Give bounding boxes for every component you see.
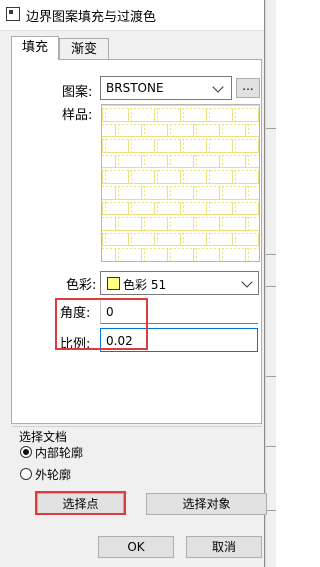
color-swatch: [107, 277, 120, 290]
cancel-button[interactable]: 取消: [186, 536, 262, 558]
sample-label: 样品:: [62, 108, 93, 123]
color-select-value: 色彩 51: [123, 278, 167, 292]
brick-pattern-image: [102, 105, 262, 265]
inner-contour-label[interactable]: 内部轮廓: [35, 444, 83, 461]
angle-scale-highlight-box: [55, 298, 148, 350]
chevron-down-icon: [241, 276, 253, 288]
pick-points-highlight-box: [35, 491, 126, 515]
select-doc-group-label: 选择文档: [19, 430, 68, 444]
pattern-preview: [101, 104, 262, 265]
pattern-label: 图案:: [62, 85, 93, 100]
ok-button[interactable]: OK: [98, 536, 174, 558]
window-title: 边界图案填充与过渡色: [26, 10, 157, 25]
color-select[interactable]: 色彩 51: [100, 271, 259, 295]
group-divider: [12, 426, 262, 427]
browse-pattern-button[interactable]: ...: [236, 78, 260, 98]
hatch-dialog: 边界图案填充与过渡色 渐变 填充 图案: BRSTONE ... 样品: 色彩:…: [0, 0, 267, 567]
pattern-select[interactable]: BRSTONE: [100, 76, 232, 100]
outer-contour-radio[interactable]: [20, 468, 32, 480]
tab-gradient[interactable]: 渐变: [59, 38, 109, 60]
title-bar: 边界图案填充与过渡色: [0, 0, 264, 31]
chevron-down-icon: [212, 81, 224, 93]
pattern-select-value: BRSTONE: [106, 81, 164, 95]
app-icon: [6, 7, 20, 21]
select-objects-button[interactable]: 选择对象: [146, 493, 267, 515]
inner-contour-radio[interactable]: [20, 446, 32, 458]
tab-fill[interactable]: 填充: [11, 36, 59, 60]
color-label: 色彩:: [66, 278, 97, 293]
outer-contour-label[interactable]: 外轮廓: [35, 466, 71, 483]
background-window-strip: [265, 0, 276, 567]
